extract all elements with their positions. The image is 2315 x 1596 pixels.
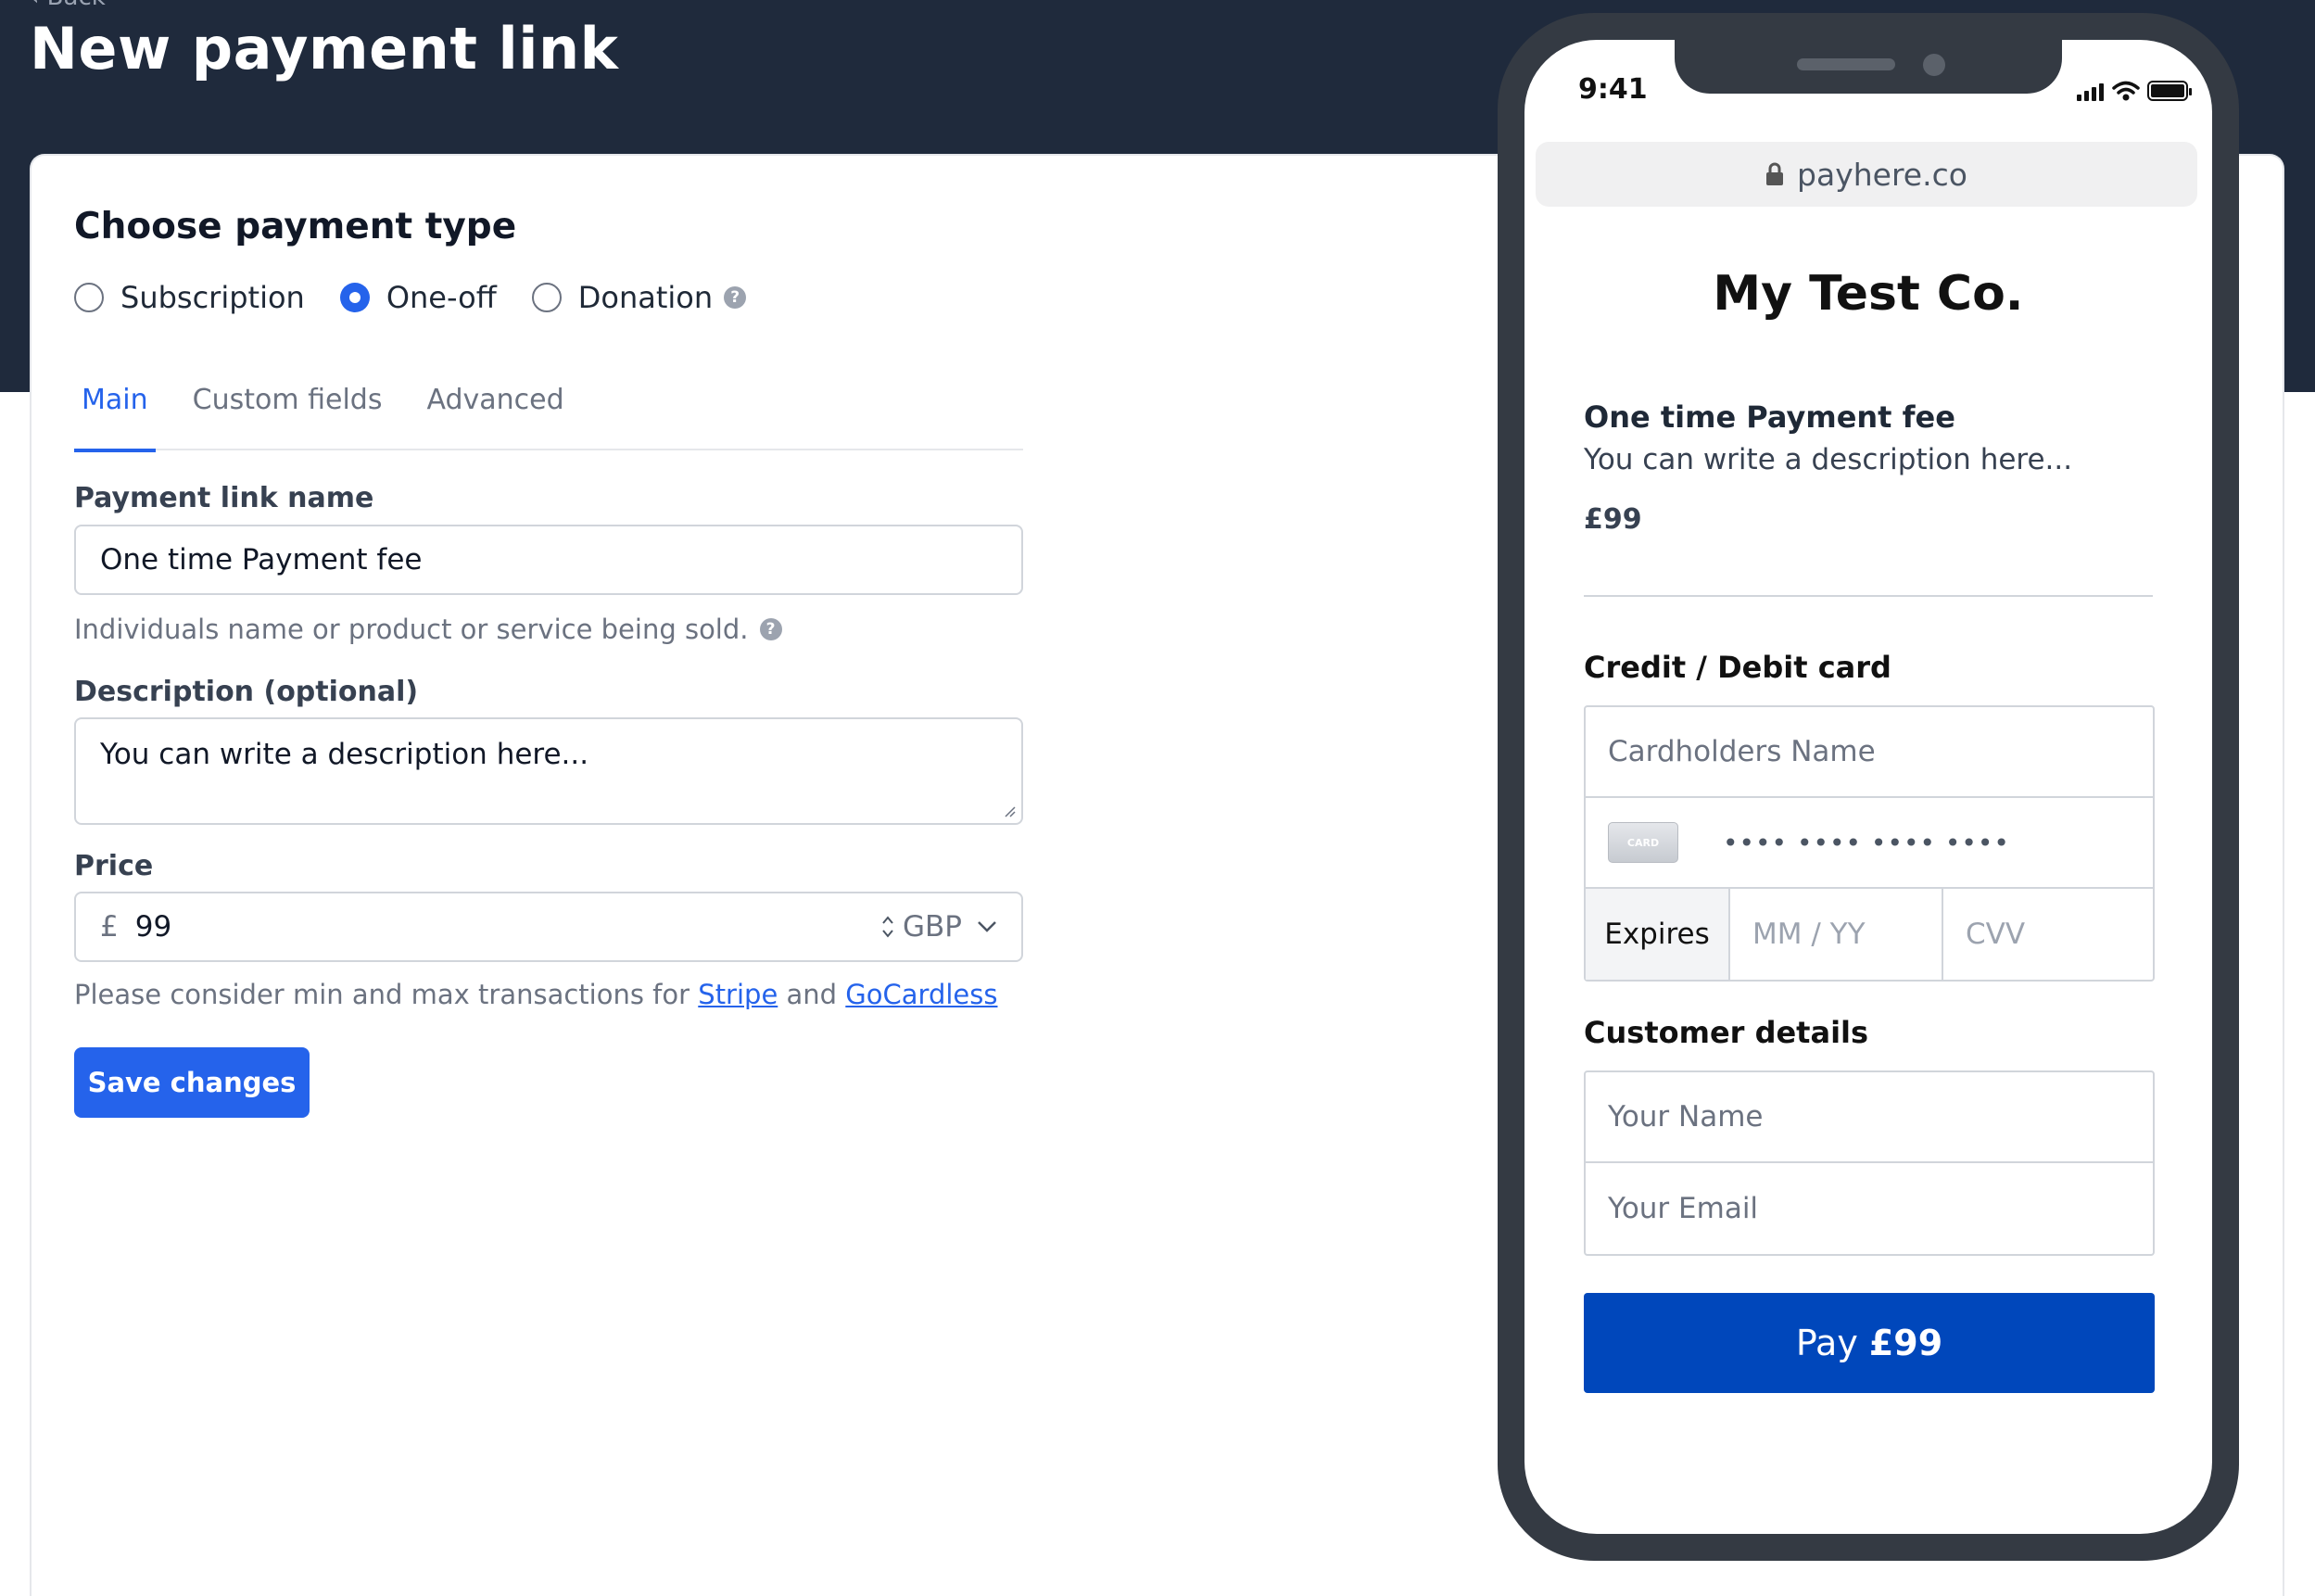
your-email-placeholder[interactable]: Your Email <box>1586 1192 1758 1225</box>
phone-preview-frame: 9:41 payhere.co My Test Co. One time Pay… <box>1498 13 2239 1561</box>
currency-select[interactable]: GBP <box>903 910 962 944</box>
description-label: Description (optional) <box>74 676 419 708</box>
radio-donation-circle[interactable] <box>531 283 562 312</box>
tab-advanced[interactable]: Advanced <box>419 374 571 450</box>
radio-subscription[interactable]: Subscription <box>74 280 305 315</box>
your-email-input[interactable]: Your Email <box>1586 1163 2153 1254</box>
payment-link-name-input[interactable]: One time Payment fee <box>74 525 1023 595</box>
cardholder-name-placeholder[interactable]: Cardholders Name <box>1586 735 1876 768</box>
expiry-input[interactable]: MM / YY <box>1730 889 1943 980</box>
description-value[interactable]: You can write a description here... <box>100 738 588 771</box>
back-link[interactable]: ‹ Back <box>30 0 106 11</box>
status-icons <box>2077 81 2192 101</box>
tab-custom-fields[interactable]: Custom fields <box>185 374 390 450</box>
radio-subscription-label[interactable]: Subscription <box>120 280 305 315</box>
url-text[interactable]: payhere.co <box>1797 157 1967 193</box>
donation-help-icon[interactable]: ? <box>724 286 747 309</box>
resize-grip-icon[interactable] <box>1003 804 1016 817</box>
signal-bar-icon <box>2084 91 2089 101</box>
price-value[interactable]: 99 <box>135 910 880 944</box>
cardholder-name-input[interactable]: Cardholders Name <box>1586 707 2153 798</box>
customer-fields: Your Name Your Email <box>1584 1070 2155 1256</box>
product-description: You can write a description here... <box>1584 443 2073 476</box>
name-help-icon[interactable]: ? <box>759 618 782 640</box>
cvv-input[interactable]: CVV <box>1943 889 2153 980</box>
pay-button-amount[interactable]: £99 <box>1869 1323 1942 1363</box>
gocardless-link[interactable]: GoCardless <box>845 979 997 1010</box>
stripe-link[interactable]: Stripe <box>698 979 778 1010</box>
payment-link-name-hint-text: Individuals name or product or service b… <box>74 614 749 645</box>
price-label: Price <box>74 850 154 882</box>
price-hint-and: and <box>786 979 838 1010</box>
expires-label: Expires <box>1586 889 1730 980</box>
expiry-cvv-row: Expires MM / YY CVV <box>1586 889 2153 980</box>
signal-bar-icon <box>2099 83 2104 101</box>
save-changes-button[interactable]: Save changes <box>74 1047 310 1118</box>
your-name-placeholder[interactable]: Your Name <box>1586 1100 1764 1134</box>
page-title: New payment link <box>30 15 619 82</box>
speaker-icon <box>1797 58 1895 70</box>
radio-one-off-circle[interactable] <box>339 283 370 312</box>
radio-subscription-circle[interactable] <box>74 283 104 312</box>
tab-main[interactable]: Main <box>74 374 156 452</box>
divider <box>1584 595 2153 597</box>
chevron-down-icon[interactable] <box>977 920 997 933</box>
card-number-placeholder[interactable]: •••• •••• •••• •••• <box>1723 828 2010 858</box>
company-name: My Test Co. <box>1713 266 2024 322</box>
product-name: One time Payment fee <box>1584 399 1955 435</box>
pay-button[interactable]: Pay £99 <box>1584 1293 2155 1393</box>
product-price: £99 <box>1584 503 1642 536</box>
price-input-group[interactable]: £ 99 GBP <box>74 892 1023 962</box>
lock-icon <box>1766 162 1784 185</box>
price-hint: Please consider min and max transactions… <box>74 979 997 1010</box>
price-hint-prefix: Please consider min and max transactions… <box>74 979 690 1010</box>
payment-link-name-label: Payment link name <box>74 482 374 514</box>
radio-donation-label[interactable]: Donation <box>578 280 713 315</box>
back-link-label[interactable]: Back <box>47 0 106 11</box>
status-time: 9:41 <box>1578 73 1648 106</box>
card-section-heading: Credit / Debit card <box>1584 650 1891 685</box>
payment-link-name-value[interactable]: One time Payment fee <box>100 543 423 576</box>
customer-details-heading: Customer details <box>1584 1015 1869 1050</box>
form-tabs: Main Custom fields Advanced <box>74 374 1023 452</box>
phone-notch <box>1675 40 2062 94</box>
price-stepper-icon[interactable] <box>880 914 895 940</box>
currency-symbol: £ <box>100 910 119 944</box>
card-number-input[interactable]: CARD •••• •••• •••• •••• <box>1586 798 2153 889</box>
wifi-icon <box>2112 81 2140 101</box>
signal-bar-icon <box>2092 87 2096 101</box>
payment-link-name-hint: Individuals name or product or service b… <box>74 614 782 645</box>
your-name-input[interactable]: Your Name <box>1586 1072 2153 1163</box>
signal-bar-icon <box>2077 95 2081 101</box>
payment-type-radio-group: Subscription One-off Donation ? <box>74 280 781 315</box>
battery-icon <box>2147 81 2192 101</box>
radio-one-off-label[interactable]: One-off <box>386 280 497 315</box>
card-fields: Cardholders Name CARD •••• •••• •••• •••… <box>1584 705 2155 982</box>
radio-one-off[interactable]: One-off <box>339 280 497 315</box>
description-textarea[interactable]: You can write a description here... <box>74 717 1023 825</box>
payment-type-heading: Choose payment type <box>74 206 517 247</box>
radio-donation[interactable]: Donation ? <box>531 280 747 315</box>
camera-icon <box>1923 54 1945 76</box>
pay-button-label[interactable]: Pay <box>1796 1323 1858 1363</box>
credit-card-icon: CARD <box>1608 822 1678 863</box>
browser-url-bar[interactable]: payhere.co <box>1536 142 2197 207</box>
phone-screen: 9:41 payhere.co My Test Co. One time Pay… <box>1524 40 2212 1534</box>
